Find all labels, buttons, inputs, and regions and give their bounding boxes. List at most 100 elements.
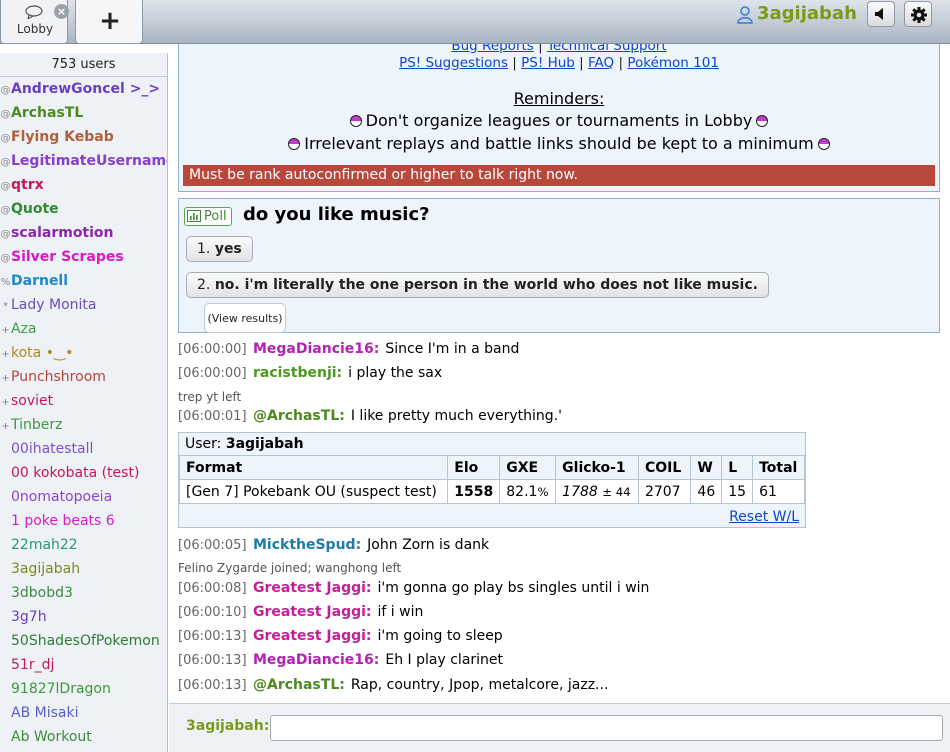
ladder-header-cell: GXE — [499, 455, 557, 480]
message-timestamp: [06:00:01] — [178, 409, 247, 424]
user-list-item[interactable]: 1 poke beats 6 — [0, 509, 167, 533]
user-list-item[interactable]: 22mah22 — [0, 533, 167, 557]
ladder-header-cell: W — [690, 455, 723, 480]
user-list-item[interactable]: 00 kokobata (test) — [0, 461, 167, 485]
user-list-item[interactable]: +kota •‿• — [0, 341, 167, 365]
ladder-header-cell: Total — [752, 455, 805, 480]
close-tab-icon[interactable]: × — [54, 4, 69, 19]
user-name: 0nomatopoeia — [11, 489, 113, 505]
message-author[interactable]: Greatest Jaggi: — [253, 628, 372, 644]
user-list-item[interactable]: @qtrx — [0, 173, 167, 197]
message-author[interactable]: MegaDiancie16: — [253, 341, 379, 357]
user-rank: @ — [0, 181, 11, 192]
ladder-header-cell: L — [721, 455, 754, 480]
user-list-item[interactable]: %Darnell — [0, 269, 167, 293]
user-name: Lady Monita — [11, 297, 97, 313]
ladder-header-cell: Elo — [447, 455, 501, 480]
user-list-item[interactable]: @Flying Kebab — [0, 125, 167, 149]
user-rank: @ — [0, 133, 11, 144]
user-list-item[interactable]: @AndrewGoncel >_> — [0, 77, 167, 101]
link-pokemon-101[interactable]: Pokémon 101 — [627, 55, 719, 71]
user-list-item[interactable]: @scalarmotion — [0, 221, 167, 245]
gear-icon — [911, 7, 927, 23]
user-list[interactable]: 753 users @AndrewGoncel >_> @ArchasTL @Fly… — [0, 53, 168, 752]
message-author[interactable]: racistbenji: — [253, 365, 342, 381]
link-suggestions[interactable]: PS! Suggestions — [399, 55, 508, 71]
user-list-item[interactable]: AB Misaki — [0, 701, 167, 725]
message-text: I like pretty much everything.' — [350, 408, 562, 424]
chat-message: [06:00:05] MicktheSpud: John Zorn is dank — [178, 537, 489, 553]
message-text: Eh I play clarinet — [385, 652, 504, 668]
chat-message: [06:00:13] MegaDiancie16: Eh I play clari… — [178, 652, 503, 668]
user-list-item[interactable]: 91827lDragon — [0, 677, 167, 701]
message-timestamp: [06:00:13] — [178, 629, 247, 644]
user-list-item[interactable]: +soviet — [0, 389, 167, 413]
ladder-wins: 46 — [690, 479, 723, 504]
user-list-item[interactable]: 50ShadesOfPokemon — [0, 629, 167, 653]
user-name: Silver Scrapes — [11, 249, 124, 265]
message-author[interactable]: Greatest Jaggi: — [253, 604, 372, 620]
volume-button[interactable] — [867, 1, 895, 27]
user-list-item[interactable]: @ArchasTL — [0, 101, 167, 125]
message-author[interactable]: @ArchasTL: — [253, 408, 345, 424]
tab-lobby[interactable]: × Lobby — [0, 0, 69, 44]
user-name: AB Misaki — [11, 705, 79, 721]
poll-option-no[interactable]: 2. no. i'm literally the one person in t… — [186, 272, 769, 298]
reset-wl-link[interactable]: Reset W/L — [729, 509, 799, 525]
user-list-item[interactable]: 00ihatestall — [0, 437, 167, 461]
user-list-item[interactable]: @Quote — [0, 197, 167, 221]
user-rank: @ — [0, 205, 11, 216]
message-author[interactable]: MegaDiancie16: — [253, 652, 379, 668]
message-timestamp: [06:00:13] — [178, 653, 247, 668]
user-list-item[interactable]: * Lady Monita — [0, 293, 167, 317]
ladder-total: 61 — [752, 479, 805, 504]
bar-chart-icon — [187, 210, 201, 222]
ladder-format: [Gen 7] Pokebank OU (suspect test) — [178, 479, 449, 504]
user-list-item[interactable]: 51r_dj — [0, 653, 167, 677]
poll-option-yes[interactable]: 1. yes — [186, 236, 253, 262]
top-header: × Lobby + 3agijabah — [0, 0, 950, 44]
options-button[interactable] — [904, 1, 932, 27]
user-list-item[interactable]: +Punchshroom — [0, 365, 167, 389]
user-rank: @ — [0, 253, 11, 264]
add-tab-button[interactable]: + — [75, 0, 143, 44]
chat-bubble-icon — [25, 5, 43, 19]
link-hub[interactable]: PS! Hub — [521, 55, 575, 71]
user-list-item[interactable]: 3g7h — [0, 605, 167, 629]
user-name: LegitimateUsername — [11, 153, 167, 169]
user-list-item[interactable]: +Aza — [0, 317, 167, 341]
message-author[interactable]: Greatest Jaggi: — [253, 580, 372, 596]
link-bug-reports[interactable]: Bug Reports — [451, 44, 533, 54]
user-rank: + — [1, 421, 10, 432]
ladder-header-cell: Format — [178, 455, 449, 480]
user-list-item[interactable]: @LegitimateUsername — [0, 149, 168, 173]
user-list-item[interactable]: 3dbobd3 — [0, 581, 167, 605]
volume-icon — [875, 8, 883, 20]
link-technical-support[interactable]: Technical Support — [547, 44, 667, 54]
ladder-header-cell: Glicko-1 — [555, 455, 639, 480]
user-list-item[interactable]: Ab Workout — [0, 725, 167, 749]
message-author[interactable]: @ArchasTL: — [253, 677, 345, 693]
view-results-button[interactable]: (View results) — [204, 303, 286, 333]
chat-input[interactable] — [270, 715, 943, 741]
pokeball-icon — [756, 115, 769, 127]
message-text: i'm going to sleep — [377, 628, 503, 644]
link-faq[interactable]: FAQ — [588, 55, 614, 71]
info-links: Bug Reports | Technical Support PS! Sugg… — [179, 44, 939, 73]
header-username[interactable]: 3agijabah — [757, 2, 857, 26]
message-text: i play the sax — [348, 365, 443, 381]
user-list-item[interactable]: @Silver Scrapes — [0, 245, 167, 269]
user-rank: + — [1, 397, 10, 408]
user-name: qtrx — [11, 177, 44, 193]
message-author[interactable]: MicktheSpud: — [253, 537, 361, 553]
user-name: 3agijabah — [11, 561, 81, 577]
user-rank: @ — [0, 229, 11, 240]
user-list-item[interactable]: 0nomatopoeia — [0, 485, 167, 509]
user-list-item[interactable]: 3agijabah — [0, 557, 167, 581]
user-count: 753 users — [0, 53, 167, 77]
user-list-item[interactable]: +Tinberz — [0, 413, 167, 437]
chat-log[interactable]: Bug Reports | Technical Support PS! Sugg… — [169, 44, 950, 703]
user-name: Quote — [11, 201, 59, 217]
message-timestamp: [06:00:05] — [178, 538, 247, 553]
ladder-losses: 15 — [721, 479, 754, 504]
